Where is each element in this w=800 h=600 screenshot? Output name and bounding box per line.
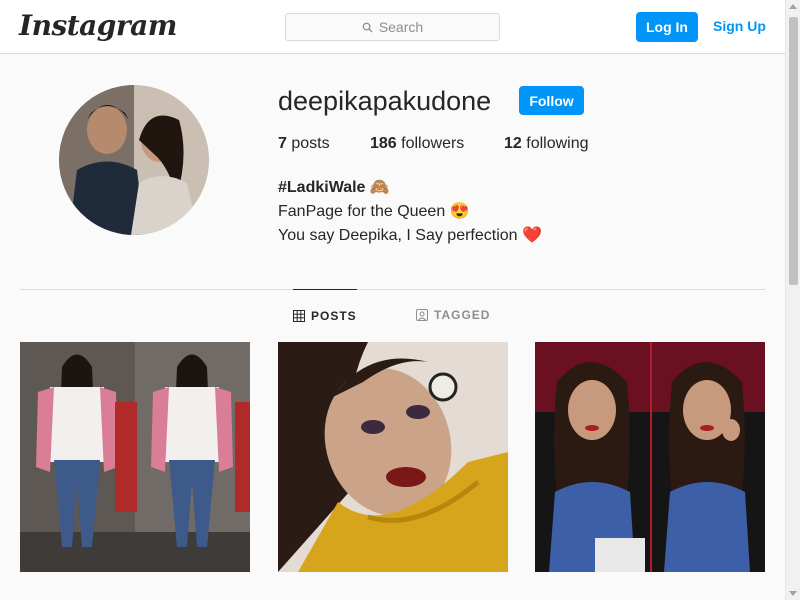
post-thumbnail-3[interactable] <box>535 342 765 572</box>
avatar-photo <box>59 85 209 235</box>
posts-count: 7 <box>278 135 287 152</box>
bio-hashtag: #LadkiWale 🙈 <box>278 179 390 196</box>
tab-tagged-label: TAGGED <box>434 308 491 322</box>
following-count: 12 <box>504 135 522 152</box>
photo-icon <box>535 342 765 572</box>
followers-label: followers <box>401 135 465 152</box>
profile-username: deepikapakudone <box>278 86 492 116</box>
search-input[interactable]: Search <box>285 13 500 41</box>
top-navigation-bar: Instagram Search Log In Sign Up <box>0 0 785 54</box>
instagram-logo[interactable]: Instagram <box>19 9 177 42</box>
profile-bio: #LadkiWale 🙈 FanPage for the Queen 😍 You… <box>278 176 542 248</box>
profile-stats: 7 posts 186 followers 12 following <box>278 135 589 153</box>
page-scrollbar[interactable] <box>785 0 800 600</box>
followers-stat[interactable]: 186 followers <box>370 135 504 153</box>
posts-count-stat: 7 posts <box>278 135 370 153</box>
post-thumbnail-1[interactable] <box>20 342 250 572</box>
post-thumbnail-2[interactable] <box>278 342 508 572</box>
scrollbar-thumb[interactable] <box>789 17 798 285</box>
login-button[interactable]: Log In <box>636 12 698 42</box>
bio-line-2: FanPage for the Queen 😍 <box>278 203 470 220</box>
posts-label: posts <box>291 135 330 152</box>
tab-tagged[interactable]: TAGGED <box>416 289 490 341</box>
photo-icon <box>20 342 250 572</box>
photo-icon <box>278 342 508 572</box>
section-divider <box>20 289 765 290</box>
tab-posts[interactable]: POSTS <box>293 289 357 341</box>
follow-button[interactable]: Follow <box>519 86 584 115</box>
profile-avatar[interactable] <box>59 85 209 235</box>
tab-posts-label: POSTS <box>311 308 357 323</box>
followers-count: 186 <box>370 135 397 152</box>
signup-link[interactable]: Sign Up <box>713 18 766 34</box>
following-label: following <box>526 135 589 152</box>
bio-line-3: You say Deepika, I Say perfection ❤️ <box>278 227 542 244</box>
search-placeholder: Search <box>378 19 424 35</box>
search-icon <box>362 22 373 33</box>
grid-icon <box>293 309 305 322</box>
tag-icon <box>416 309 428 321</box>
scroll-down-arrow-icon[interactable] <box>789 591 797 596</box>
scroll-up-arrow-icon[interactable] <box>789 4 797 9</box>
following-stat[interactable]: 12 following <box>504 135 589 153</box>
